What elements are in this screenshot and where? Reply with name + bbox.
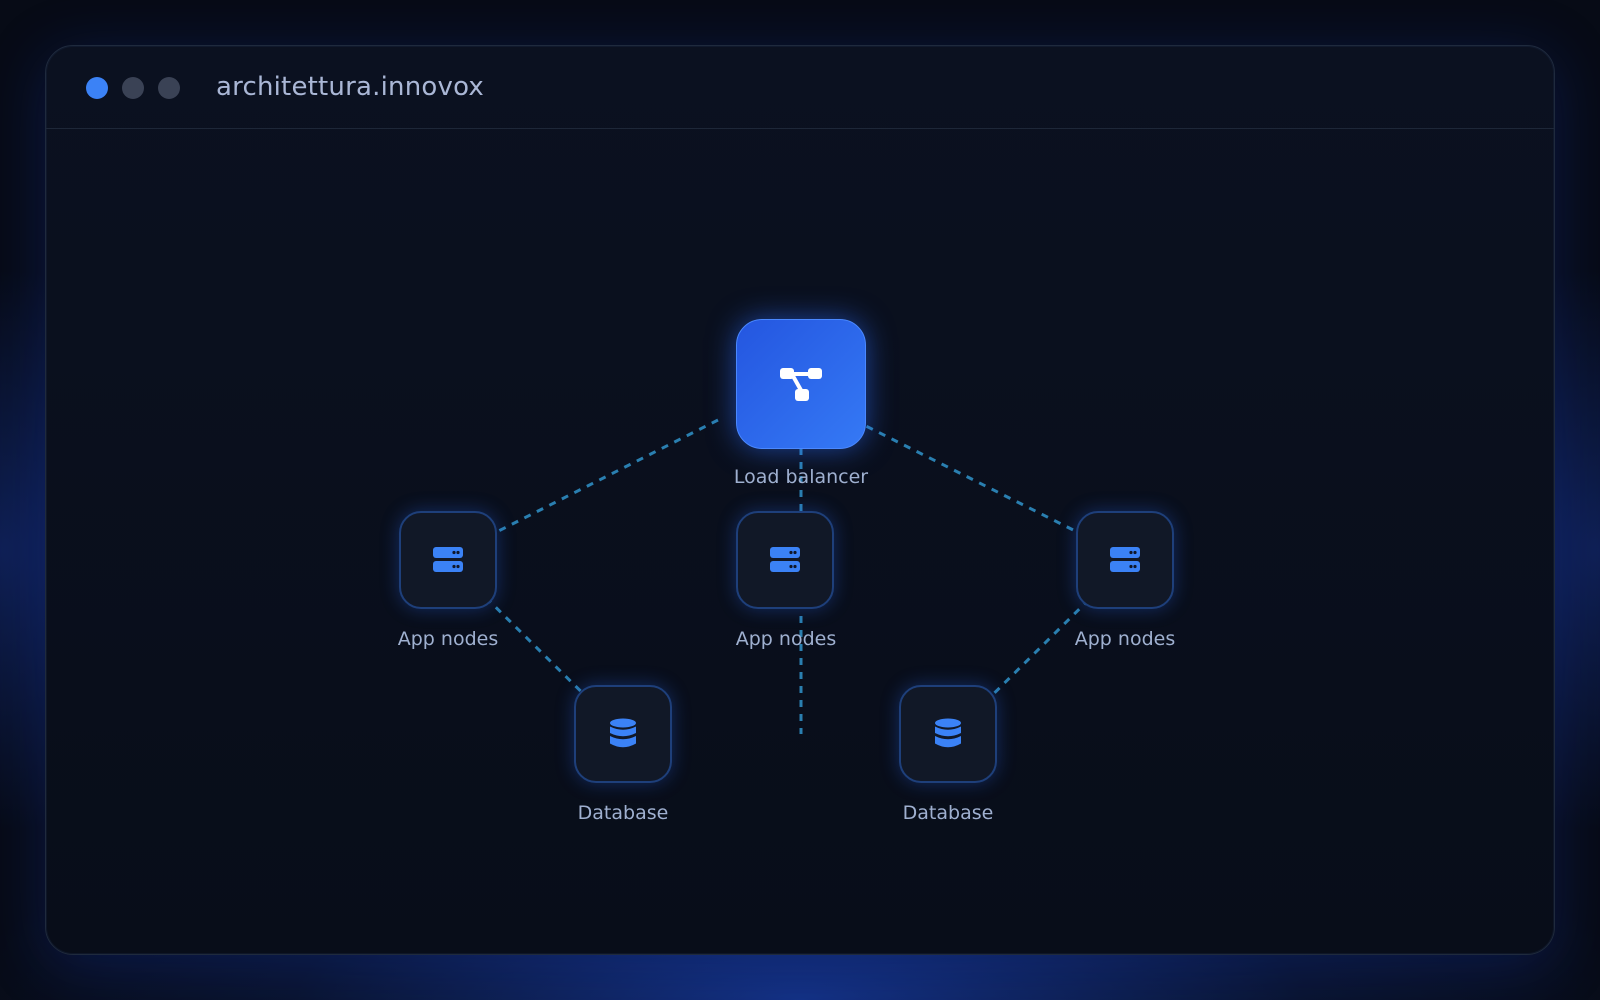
server-icon [769, 546, 801, 574]
share-nodes-icon [779, 366, 823, 402]
server-icon [432, 546, 464, 574]
database-node-left[interactable] [574, 685, 672, 783]
app-node-right[interactable] [1076, 511, 1174, 609]
diagram-links [454, 418, 1131, 734]
edge-lb-app-left [462, 418, 719, 551]
database-icon [934, 718, 962, 750]
app-node-center[interactable] [736, 511, 834, 609]
diagram-canvas: Load balancer App nodes App nodes App no… [46, 46, 1554, 954]
database-node-right[interactable] [899, 685, 997, 783]
load-balancer-label: Load balancer [733, 466, 869, 488]
app-window: architettura.innovox Load balancer App n… [45, 45, 1555, 955]
app-node-center-label: App nodes [735, 628, 837, 650]
load-balancer-node[interactable] [736, 319, 866, 449]
database-icon [609, 718, 637, 750]
app-node-right-label: App nodes [1074, 628, 1176, 650]
app-node-left-label: App nodes [397, 628, 499, 650]
database-right-label: Database [902, 802, 994, 824]
server-icon [1109, 546, 1141, 574]
database-left-label: Database [577, 802, 669, 824]
app-node-left[interactable] [399, 511, 497, 609]
